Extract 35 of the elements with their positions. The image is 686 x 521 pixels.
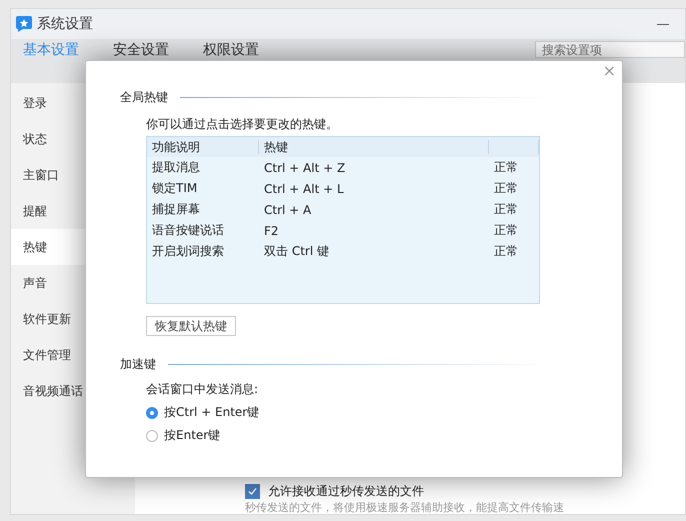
table-cell-text: 正常 xyxy=(493,180,519,197)
table-cell-text: 正常 xyxy=(493,159,519,176)
app-logo-icon xyxy=(15,15,33,33)
section-title: 加速键 xyxy=(120,356,156,373)
window-title: 系统设置 xyxy=(37,15,94,33)
table-cell-text: Ctrl + A xyxy=(263,202,312,216)
restore-defaults-button[interactable]: 恢复默认热键 xyxy=(146,316,236,336)
section-title: 全局热键 xyxy=(120,89,168,106)
checkbox[interactable] xyxy=(245,484,260,498)
description-text: 你可以通过点击选择要更改的热键。 xyxy=(146,116,338,133)
radio-option[interactable]: 按Ctrl + Enter键 xyxy=(146,404,260,421)
table-cell-text: 提取消息 xyxy=(151,159,201,176)
table-cell-text: 锁定TIM xyxy=(151,180,198,197)
table-cell-text: 正常 xyxy=(493,222,519,239)
checkbox-label: 允许接收通过秒传发送的文件 xyxy=(268,482,424,500)
table-cell-text: 正常 xyxy=(493,243,519,260)
table-cell-text: 正常 xyxy=(493,201,519,218)
table-cell-text: F2 xyxy=(263,224,280,238)
column-header[interactable]: 热键 xyxy=(259,140,489,154)
table-cell-text: Ctrl + Alt + Z xyxy=(263,160,346,174)
hint-text: 秒传发送的文件，将使用极速服务器辅助接收，能提高文件传输速 xyxy=(245,501,565,514)
radio-button[interactable] xyxy=(146,406,158,418)
prompt-text: 会话窗口中发送消息: xyxy=(146,381,258,398)
table-cell-text: Ctrl + Alt + L xyxy=(263,182,345,196)
table-cell-text: 语音按键说话 xyxy=(151,222,225,239)
table-cell-text: 捕捉屏幕 xyxy=(151,201,201,218)
table-cell-text: 开启划词搜索 xyxy=(151,243,225,260)
settings-tab[interactable]: 权限设置 xyxy=(203,41,259,59)
column-header[interactable]: 功能说明 xyxy=(147,140,259,154)
search-field[interactable]: 搜索设置项 xyxy=(535,41,685,58)
radio-button[interactable] xyxy=(146,430,158,442)
radio-option[interactable]: 按Enter键 xyxy=(146,427,220,444)
check-icon xyxy=(248,486,257,496)
table-cell-text: 双击 Ctrl 键 xyxy=(263,243,330,260)
settings-tab[interactable]: 安全设置 xyxy=(113,41,169,59)
